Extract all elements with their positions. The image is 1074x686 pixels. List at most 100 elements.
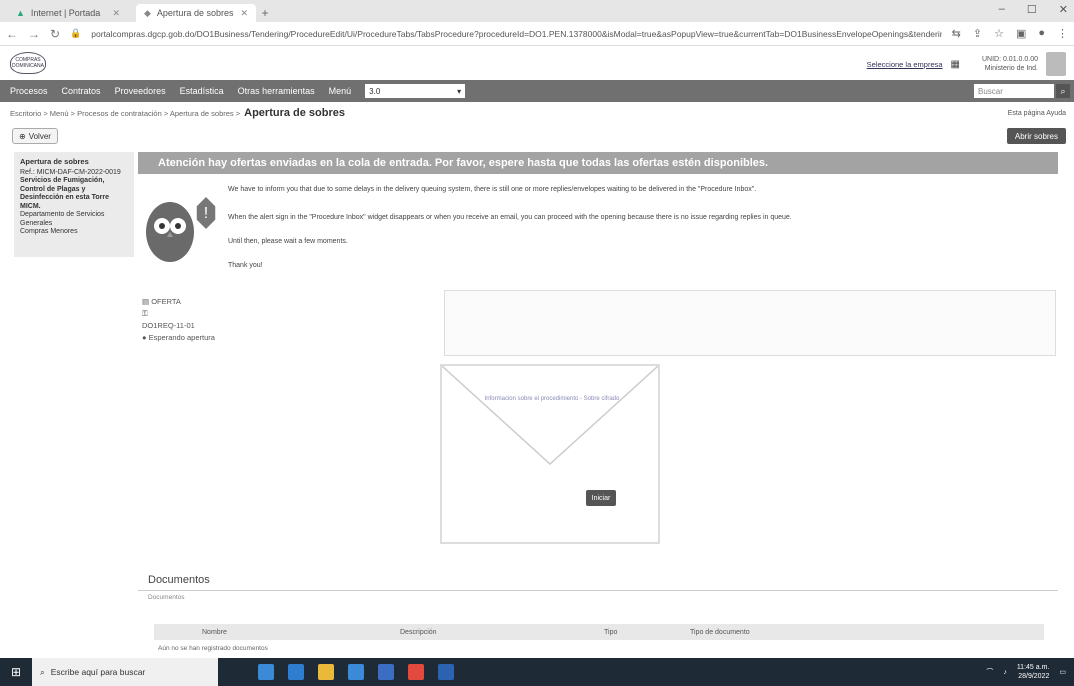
edge-icon[interactable] [288,664,304,680]
avatar[interactable] [1046,52,1066,76]
column-header[interactable]: Nombre [202,629,227,636]
help-links[interactable]: Esta página Ayuda [1008,110,1066,117]
maximize-icon[interactable]: ☐ [1027,3,1037,16]
breadcrumb: Escritorio > Menú > Procesos de contrata… [10,106,1066,120]
minimize-icon[interactable]: – [999,3,1005,16]
search-icon: ⌕ [40,666,45,677]
summary-description: Servicios de Fumigación, Control de Plag… [20,177,109,210]
summary-ref: Ref.: MICM-DAF-CM-2022-0019 [20,168,121,176]
main-menu: Procesos Contratos Proveedores Estadísti… [0,80,1074,102]
taskbar-search[interactable]: ⌕ Escribe aquí para buscar [32,658,218,686]
svg-text:!: ! [204,205,208,222]
close-icon[interactable]: ✕ [112,8,120,19]
file-explorer-icon[interactable] [318,664,334,680]
close-icon[interactable]: ✕ [240,8,248,19]
envelope-text: Informacion sobre el procedimiento - Sob… [484,396,620,402]
menu-item-estadistica[interactable]: Estadística [180,86,224,96]
user-info[interactable]: UNID: 0.01.0.0.00 Ministerio de Ind. [968,55,1038,73]
documents-subheading: Documentos [148,594,185,601]
translate-icon[interactable]: ⇆ [952,27,961,40]
back-icon[interactable]: ← [6,27,18,41]
menu-item-otras-herramientas[interactable]: Otras herramientas [238,86,315,96]
menu-icon[interactable]: ⋮ [1057,27,1068,40]
tab-favicon-icon: ▲ [16,8,25,18]
envelope-icon [442,366,658,466]
offer-status: Esperando apertura [148,333,215,342]
window-controls: – ☐ ✕ [999,3,1068,16]
star-icon[interactable]: ☆ [994,27,1004,40]
network-icon[interactable]: ⌒ [986,667,993,677]
back-arrow-icon: ⊕ [19,131,26,141]
menu-item-contratos[interactable]: Contratos [62,86,101,96]
select-company-link[interactable]: Seleccione la empresa [867,60,943,69]
tab-label: Internet | Portada [30,8,101,18]
lock-icon: ⚿ [142,309,148,318]
share-icon[interactable]: ⇪ [973,27,982,40]
offer-label: OFERTA [151,297,181,306]
reload-icon[interactable]: ↻ [50,27,60,41]
alert-banner: Atención hay ofertas enviadas en la cola… [138,152,1058,174]
alert-paragraph: When the alert sign in the "Procedure In… [228,214,792,221]
tab-favicon-icon: ◆ [144,7,151,18]
forward-icon[interactable]: → [28,27,40,41]
column-header[interactable]: Descripción [400,629,437,636]
chrome-icon[interactable] [408,664,424,680]
windows-start-icon[interactable]: ⊞ [0,658,32,686]
menu-item-menu[interactable]: Menú [329,86,352,96]
summary-title: Apertura de sobres [20,157,89,166]
offer-code[interactable]: DO1REQ-11-01 [142,320,252,332]
task-view-icon[interactable] [258,664,274,680]
alert-paragraph: Thank you! [228,262,263,269]
alert-paragraph: Until then, please wait a few moments. [228,238,348,245]
envelope-card: Informacion sobre el procedimiento - Sob… [440,364,660,544]
procedure-summary: Apertura de sobres Ref.: MICM-DAF-CM-202… [14,152,134,257]
offer-detail-panel [444,290,1056,356]
profile-icon[interactable]: ● [1038,27,1045,40]
column-header[interactable]: Tipo [604,629,617,636]
column-header[interactable]: Tipo de documento [690,629,750,636]
chevron-down-icon: ▾ [457,86,462,96]
clock[interactable]: 11:45 a.m. 28/9/2022 [1017,663,1050,681]
browser-tab-strip: ▲ Internet | Portada ✕ ◆ Apertura de sob… [0,0,1074,22]
system-tray: ⌒ ♪ 11:45 a.m. 28/9/2022 ▭ [986,663,1074,681]
browser-tab-apertura[interactable]: ◆ Apertura de sobres ✕ [136,4,256,22]
volume-icon[interactable]: ♪ [1003,669,1007,676]
alert-paragraph: We have to inform you that due to some d… [228,186,757,193]
new-tab-button[interactable]: + [256,4,274,22]
search-input[interactable]: Buscar [974,84,1054,98]
status-dot-icon: ● [142,333,147,342]
store-icon[interactable] [348,664,364,680]
summary-type: Compras Menores [20,228,78,235]
browser-tab-portada[interactable]: ▲ Internet | Portada ✕ [8,4,128,22]
offer-info: ▤ OFERTA ⚿ DO1REQ-11-01 ● Esperando aper… [142,296,252,344]
notification-icon[interactable]: ▦ [951,59,960,70]
close-window-icon[interactable]: ✕ [1059,3,1068,16]
address-bar: ← → ↻ 🔒 portalcompras.dgcp.gob.do/DO1Bus… [0,22,1074,46]
breadcrumb-path[interactable]: Escritorio > Menú > Procesos de contrata… [10,109,240,118]
search-icon[interactable]: ⌕ [1056,84,1070,98]
context-select[interactable]: 3.0 ▾ [365,84,466,98]
mail-icon[interactable] [378,664,394,680]
open-envelopes-button[interactable]: Abrir sobres [1006,128,1066,144]
empty-message: Aún no se han registrado documentos [158,645,268,652]
documents-heading: Documentos [148,574,210,586]
menu-item-procesos[interactable]: Procesos [10,86,48,96]
back-button[interactable]: ⊕ Volver [12,128,58,144]
owl-warning-icon: ! [146,194,217,262]
url-field[interactable]: portalcompras.dgcp.gob.do/DO1Business/Te… [91,29,941,39]
documents-section: Documentos Documentos Nombre Descripción… [138,574,1058,658]
extensions-icon[interactable]: ▣ [1016,27,1026,40]
outlook-icon[interactable] [438,664,454,680]
menu-item-proveedores[interactable]: Proveedores [115,86,166,96]
tab-label: Apertura de sobres [156,8,234,18]
divider [138,590,1058,591]
documents-table-header: Nombre Descripción Tipo Tipo de document… [154,624,1044,640]
page-title: Apertura de sobres [244,107,346,119]
lock-icon: 🔒 [70,28,82,38]
notification-center-icon[interactable]: ▭ [1059,668,1066,676]
compras-logo[interactable]: COMPRAS DOMINICANA [10,52,46,74]
start-button[interactable]: Iniciar [586,490,616,506]
summary-department: Departamento de Servicios Generales [20,211,105,227]
windows-taskbar: ⊞ ⌕ Escribe aquí para buscar ⌒ ♪ 11:45 a… [0,658,1074,686]
document-icon: ▤ [142,297,150,306]
